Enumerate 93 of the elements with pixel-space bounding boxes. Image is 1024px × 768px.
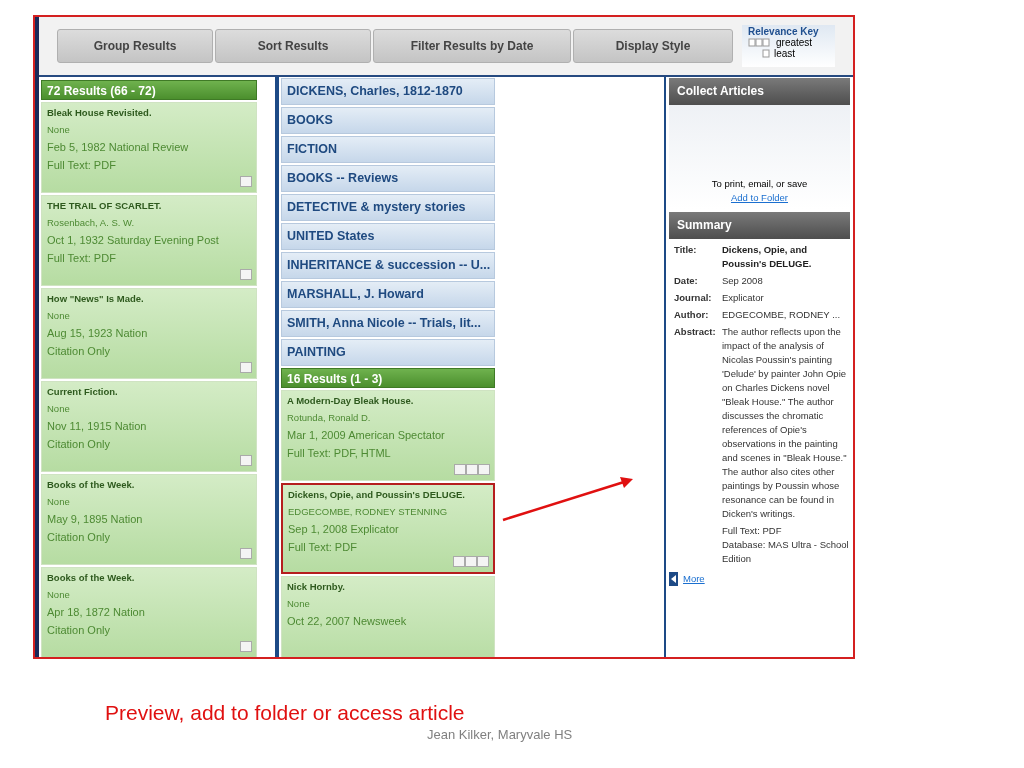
result-title[interactable]: Books of the Week. [47, 478, 251, 492]
result-author: None [47, 495, 71, 509]
result-card[interactable]: A Modern-Day Bleak House. Rotunda, Ronald D. Mar 1, 2009 American Spectator Full Text: PDF, HTML [281, 390, 495, 481]
result-access: Full Text: PDF [288, 540, 358, 555]
result-title[interactable]: THE TRAIL OF SCARLET. [47, 199, 251, 213]
subject-link[interactable]: PAINTING [281, 339, 495, 366]
results-header: 16 Results (1 - 3) [281, 368, 495, 388]
relevance-key-title: Relevance Key [748, 26, 820, 37]
collect-text: To print, email, or save [711, 176, 808, 191]
subject-link[interactable]: MARSHALL, J. Howard [281, 281, 495, 308]
result-access: Full Text: PDF [47, 158, 117, 173]
summary-label: Title: [674, 243, 698, 257]
result-title[interactable]: Nick Hornby. [287, 580, 489, 594]
more-link[interactable]: More [683, 572, 705, 587]
result-author: Rotunda, Ronald D. [287, 411, 372, 425]
toolbar-button[interactable]: Sort Results [215, 29, 371, 63]
result-title[interactable]: Books of the Week. [47, 571, 251, 585]
subject-link[interactable]: INHERITANCE & succession -- U... [281, 252, 495, 279]
result-author: EDGECOMBE, RODNEY STENNING [288, 505, 449, 519]
least-label: least [774, 48, 796, 59]
result-title[interactable]: Bleak House Revisited. [47, 106, 251, 120]
summary-value: Sep 2008 [722, 274, 763, 288]
toolbar-button[interactable]: Filter Results by Date [373, 29, 571, 63]
result-card[interactable]: THE TRAIL OF SCARLET. Rosenbach, A. S. W. Oct 1, 1932 Saturday Evening Post Full Text: PDF [41, 195, 257, 286]
summary-detail: Full Text: PDF [722, 524, 783, 538]
relevance-icon [240, 176, 252, 187]
results-header: 72 Results (66 - 72) [41, 80, 257, 100]
summary-value: Dickens, Opie, and Poussin's DELUGE. [722, 243, 813, 271]
result-access: Citation Only [47, 623, 111, 638]
summary-detail: Database: MAS Ultra - School Edition [722, 538, 850, 566]
result-author: None [47, 309, 71, 323]
result-title[interactable]: How "News" Is Made. [47, 292, 251, 306]
result-author: None [287, 597, 311, 611]
summary-label: Author: [674, 308, 710, 322]
result-card[interactable]: How "News" Is Made. None Aug 15, 1923 Nation Citation Only [41, 288, 257, 379]
result-card[interactable]: Current Fiction. None Nov 11, 1915 Nation Citation Only [41, 381, 257, 472]
relevance-icon [240, 269, 252, 280]
result-source: May 9, 1895 Nation [47, 512, 144, 527]
subject-link[interactable]: DETECTIVE & mystery stories [281, 194, 495, 221]
subject-link[interactable]: BOOKS [281, 107, 495, 134]
summary-label: Abstract: [674, 325, 717, 339]
result-source: Apr 18, 1872 Nation [47, 605, 146, 620]
back-arrow-icon[interactable] [669, 572, 678, 587]
relevance-icon [240, 641, 252, 652]
result-card[interactable]: Books of the Week. None Apr 18, 1872 Nation Citation Only [41, 567, 257, 657]
summary-label: Journal: [674, 291, 713, 305]
summary-value: EDGECOMBE, RODNEY ... [722, 308, 841, 322]
result-author: None [47, 588, 71, 602]
result-card[interactable]: Dickens, Opie, and Poussin's DELUGE. EDGECOMBE, RODNEY STENNING Sep 1, 2008 Explicator Full Text: PDF [281, 483, 495, 574]
relevance-least-icon [762, 48, 770, 59]
result-source: Sep 1, 2008 Explicator [288, 522, 400, 537]
relevance-icon [240, 455, 252, 466]
result-access: Full Text: PDF [47, 251, 117, 266]
result-source: Oct 22, 2007 Newsweek [287, 614, 408, 629]
slide-credit: Jean Kilker, Maryvale HS [427, 726, 573, 744]
relevance-icon [240, 548, 252, 559]
result-source: Nov 11, 1915 Nation [47, 419, 148, 434]
result-title[interactable]: A Modern-Day Bleak House. [287, 394, 489, 408]
relevance-greatest-icon [748, 37, 772, 48]
panel-header: Collect Articles [669, 78, 850, 105]
summary-value: The author reflects upon the impact of the analysis of Nicolas Poussin's painting 'Delude' by painter John Opie on Charles Dickens novel "Bleak House." The author discusses the chromatic references of Opie's observations in the painting and scenes in "Bleak House." The author also cites other paintings by Poussin whose resonance can be found in Dicken's writings. [722, 325, 848, 521]
result-access: Full Text: PDF, HTML [287, 446, 392, 461]
result-access: Citation Only [47, 530, 111, 545]
result-title[interactable]: Current Fiction. [47, 385, 251, 399]
subject-link[interactable]: DICKENS, Charles, 1812-1870 [281, 78, 495, 105]
panel-header: Summary [669, 212, 850, 239]
result-card[interactable]: Nick Hornby. None Oct 22, 2007 Newsweek [281, 576, 495, 657]
result-source: Oct 1, 1932 Saturday Evening Post [47, 233, 220, 248]
greatest-label: greatest [776, 37, 813, 48]
relevance-icon [454, 464, 490, 475]
subject-link[interactable]: SMITH, Anna Nicole -- Trials, lit... [281, 310, 495, 337]
result-author: None [47, 123, 71, 137]
slide-caption: Preview, add to folder or access article [105, 700, 465, 726]
result-access: Citation Only [47, 344, 111, 359]
toolbar-button[interactable]: Group Results [57, 29, 213, 63]
subject-link[interactable]: BOOKS -- Reviews [281, 165, 495, 192]
summary-value: Explicator [722, 291, 764, 305]
subject-link[interactable]: FICTION [281, 136, 495, 163]
result-author: Rosenbach, A. S. W. [47, 216, 136, 230]
subject-link[interactable]: UNITED States [281, 223, 495, 250]
result-source: Feb 5, 1982 National Review [47, 140, 190, 155]
result-access: Citation Only [47, 437, 111, 452]
result-title[interactable]: Dickens, Opie, and Poussin's DELUGE. [288, 488, 488, 502]
result-card[interactable]: Bleak House Revisited. None Feb 5, 1982 National Review Full Text: PDF [41, 102, 257, 193]
result-card[interactable]: Books of the Week. None May 9, 1895 Nation Citation Only [41, 474, 257, 565]
toolbar-button[interactable]: Display Style [573, 29, 733, 63]
result-source: Mar 1, 2009 American Spectator [287, 428, 446, 443]
result-author: None [47, 402, 71, 416]
add-to-folder-link[interactable]: Add to Folder [730, 190, 788, 205]
relevance-icon [240, 362, 252, 373]
summary-label: Date: [674, 274, 699, 288]
relevance-icon [453, 556, 489, 567]
result-source: Aug 15, 1923 Nation [47, 326, 149, 341]
